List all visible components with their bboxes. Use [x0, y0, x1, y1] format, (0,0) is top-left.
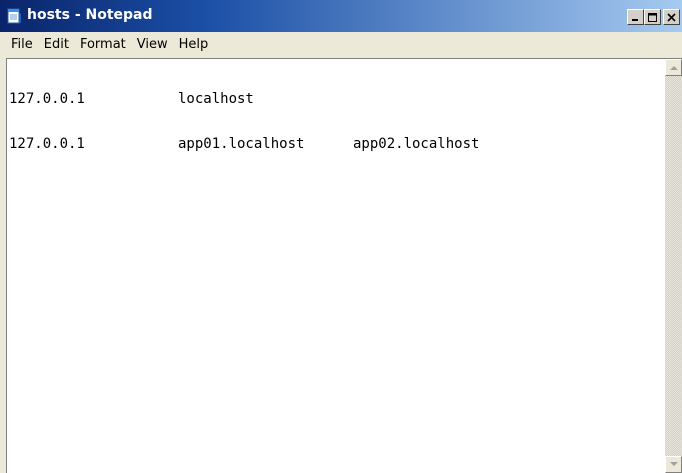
hostname: app02.localhost: [353, 136, 480, 152]
scroll-down-button[interactable]: [665, 456, 682, 473]
hostname: localhost: [178, 91, 254, 107]
minimize-button[interactable]: [627, 9, 644, 25]
close-button[interactable]: [663, 9, 680, 25]
scroll-up-button[interactable]: [665, 59, 682, 76]
notepad-icon[interactable]: [6, 8, 22, 24]
text-editor[interactable]: 127.0.0.1 localhost 127.0.0.1 app01.loca…: [6, 58, 682, 473]
text-line: 127.0.0.1 app01.localhost app02.localhos…: [9, 137, 659, 152]
ip-address: 127.0.0.1: [9, 91, 85, 107]
notepad-window: hosts - Notepad File Edit Format View He…: [0, 0, 682, 473]
vertical-scrollbar[interactable]: [665, 59, 682, 473]
window-title: hosts - Notepad: [27, 7, 153, 23]
menu-bar: File Edit Format View Help: [0, 32, 682, 57]
close-icon: [667, 13, 676, 22]
menu-edit[interactable]: Edit: [39, 34, 75, 55]
menu-view[interactable]: View: [132, 34, 174, 55]
arrow-down-icon: [670, 462, 678, 466]
maximize-button[interactable]: [644, 9, 661, 25]
menu-help[interactable]: Help: [174, 34, 215, 55]
document-text[interactable]: 127.0.0.1 localhost 127.0.0.1 app01.loca…: [9, 62, 659, 467]
ip-address: 127.0.0.1: [9, 136, 85, 152]
menu-format[interactable]: Format: [75, 34, 132, 55]
title-bar[interactable]: hosts - Notepad: [0, 0, 682, 32]
window-controls: [627, 9, 680, 25]
minimize-icon: [632, 19, 638, 21]
menu-file[interactable]: File: [6, 34, 39, 55]
arrow-up-icon: [670, 66, 678, 70]
maximize-icon: [648, 13, 657, 22]
hostname: app01.localhost: [178, 136, 305, 152]
text-line: 127.0.0.1 localhost: [9, 92, 659, 107]
